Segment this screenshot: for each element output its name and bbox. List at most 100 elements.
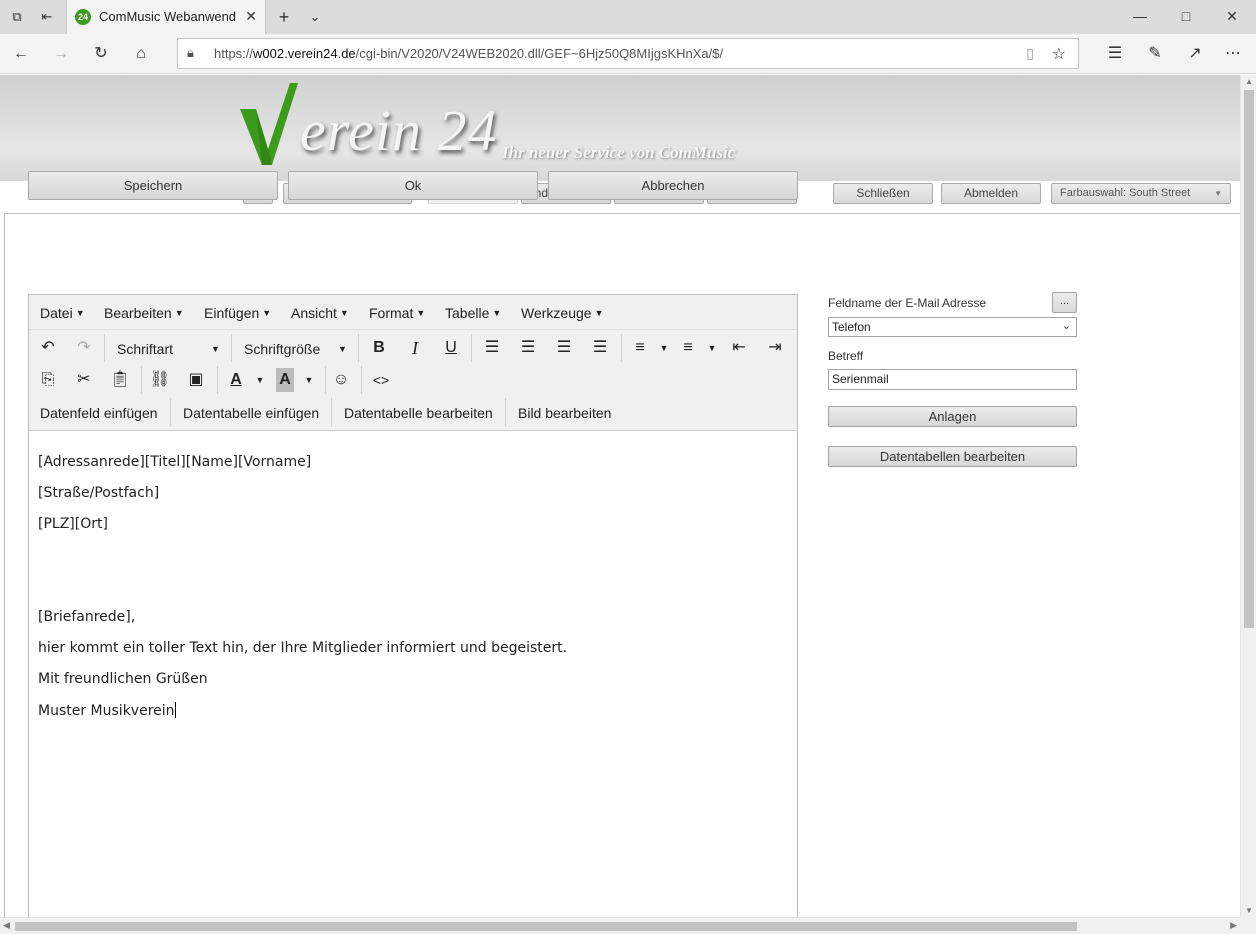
align-left-icon[interactable]: ☰ <box>479 336 505 360</box>
editor-menu-tabelle[interactable]: Tabelle ▼ <box>445 305 501 321</box>
scroll-up-icon[interactable]: ▲ <box>1241 77 1256 86</box>
align-center-icon[interactable]: ☰ <box>515 336 541 360</box>
datenfeld-einfuegen-button[interactable]: Datenfeld einfügen <box>40 405 158 421</box>
editor-line: hier kommt ein toller Text hin, der Ihre… <box>38 640 568 656</box>
favicon-icon: 24 <box>75 9 91 25</box>
favorite-star-icon[interactable]: ☆ <box>1052 44 1066 64</box>
email-field-value: Telefon <box>832 320 871 334</box>
copy-icon[interactable]: ⎘ <box>35 368 61 392</box>
email-field-label: Feldname der E-Mail Adresse <box>828 296 987 310</box>
background-color-chevron-down-icon[interactable]: ▼ <box>296 368 322 392</box>
emoticon-icon[interactable]: ☺ <box>328 368 354 392</box>
image-icon[interactable]: ▣ <box>183 368 209 392</box>
scroll-down-icon[interactable]: ▼ <box>1241 906 1256 915</box>
subject-input[interactable]: Serienmail <box>828 369 1077 390</box>
editor-menu-bearbeiten[interactable]: Bearbeiten ▼ <box>104 305 184 321</box>
editor-line-last: Muster Musikverein <box>38 702 176 719</box>
align-right-icon[interactable]: ☰ <box>551 336 577 360</box>
font-family-select[interactable]: Schriftart ▼ <box>117 341 227 357</box>
home-icon[interactable]: ⌂ <box>130 43 152 65</box>
link-icon[interactable]: ⛓ <box>147 368 173 392</box>
refresh-icon[interactable]: ↻ <box>90 43 112 65</box>
email-field-picker-button[interactable]: ... <box>1052 292 1077 313</box>
tab-close-icon[interactable]: ✕ <box>245 8 257 25</box>
minimize-icon[interactable]: — <box>1130 6 1150 26</box>
editor-line: [PLZ][Ort] <box>38 516 108 532</box>
url-text: https://w002.verein24.de/cgi-bin/V2020/V… <box>214 46 724 61</box>
text-color-chevron-down-icon[interactable]: ▼ <box>247 368 273 392</box>
vertical-scrollbar[interactable]: ▲ ▼ <box>1240 75 1256 917</box>
datentabellen-bearbeiten-button[interactable]: Datentabellen bearbeiten <box>828 446 1077 467</box>
editor-menu-ansicht[interactable]: Ansicht ▼ <box>291 305 349 321</box>
browser-tab-active[interactable]: 24 ComMusic Webanwend ✕ <box>66 0 266 34</box>
new-tab-icon[interactable]: + <box>275 8 293 26</box>
undo-icon[interactable]: ↶ <box>35 336 61 360</box>
datentabelle-bearbeiten-button[interactable]: Datentabelle bearbeiten <box>344 405 493 421</box>
tab-actions-icon[interactable]: ⧉ <box>8 8 26 26</box>
underline-icon[interactable]: U <box>438 336 464 360</box>
scroll-right-icon[interactable]: ▶ <box>1230 920 1237 931</box>
bullet-list-chevron-down-icon[interactable]: ▼ <box>651 336 677 360</box>
datentabelle-einfuegen-button[interactable]: Datentabelle einfügen <box>183 405 319 421</box>
bild-bearbeiten-button[interactable]: Bild bearbeiten <box>518 405 611 421</box>
bold-icon[interactable]: B <box>366 336 392 360</box>
farbauswahl-select[interactable]: Farbauswahl: South Street ▼ <box>1051 183 1231 204</box>
schliessen-button[interactable]: Schließen <box>833 183 933 204</box>
italic-icon[interactable]: I <box>402 336 428 360</box>
horizontal-scrollbar[interactable]: ◀ ▶ <box>0 917 1240 934</box>
bullet-list-icon[interactable]: ≡ <box>627 336 653 360</box>
set-aside-tabs-icon[interactable]: ⇤ <box>38 8 56 26</box>
address-bar[interactable]: 🔒︎ https://w002.verein24.de/cgi-bin/V202… <box>177 38 1079 69</box>
source-code-icon[interactable]: <> <box>368 368 394 392</box>
cut-icon[interactable]: ✂ <box>71 368 97 392</box>
background-color-icon[interactable]: A <box>276 368 294 392</box>
window-close-icon[interactable]: ✕ <box>1222 6 1242 26</box>
logo-text: erein 24 <box>300 98 498 163</box>
favorites-list-icon[interactable]: ☰ <box>1104 43 1126 65</box>
horizontal-scroll-thumb[interactable] <box>15 922 1077 931</box>
editor-menu-format[interactable]: Format ▼ <box>369 305 425 321</box>
editor-menubar: Datei ▼ Bearbeiten ▼ Einfügen ▼ Ansicht ▼ Fo… <box>29 295 797 330</box>
ok-button[interactable]: Ok <box>288 171 538 200</box>
maximize-icon[interactable]: □ <box>1176 6 1196 26</box>
paste-icon[interactable]: 📋︎ <box>107 368 133 392</box>
editor-menu-einfuegen[interactable]: Einfügen ▼ <box>204 305 271 321</box>
align-justify-icon[interactable]: ☰ <box>587 336 613 360</box>
outdent-icon[interactable]: ⇤ <box>726 336 752 360</box>
email-field-select[interactable]: Telefon ⌄ <box>828 317 1077 337</box>
share-icon[interactable]: ↗ <box>1184 43 1206 65</box>
scroll-corner <box>1240 917 1256 934</box>
chevron-down-icon: ⌄ <box>1061 320 1071 332</box>
editor-menu-datei[interactable]: Datei ▼ <box>40 305 85 321</box>
redo-icon[interactable]: ↷ <box>71 336 97 360</box>
anlagen-button[interactable]: Anlagen <box>828 406 1077 427</box>
pen-icon[interactable]: ✎ <box>1144 43 1166 65</box>
abmelden-button[interactable]: Abmelden <box>941 183 1041 204</box>
editor-menu-werkzeuge[interactable]: Werkzeuge ▼ <box>521 305 603 321</box>
back-icon[interactable]: ← <box>10 43 32 65</box>
scroll-left-icon[interactable]: ◀ <box>3 920 10 931</box>
logo-v-icon <box>240 83 298 165</box>
speichern-button[interactable]: Speichern <box>28 171 278 200</box>
abbrechen-button[interactable]: Abbrechen <box>548 171 798 200</box>
tab-list-chevron-down-icon[interactable]: ⌄ <box>306 8 324 26</box>
chevron-down-icon: ▼ <box>1214 189 1222 198</box>
lock-icon: 🔒︎ <box>187 45 194 60</box>
text-color-icon[interactable]: A <box>223 368 249 392</box>
site-header: erein 24 Ihr neuer Service von ComMusic <box>0 75 1240 181</box>
tagline: Ihr neuer Service von ComMusic <box>502 143 736 162</box>
numbered-list-icon[interactable]: ≡ <box>675 336 701 360</box>
forward-icon[interactable]: → <box>50 43 72 65</box>
editor-content[interactable]: [Adressanrede][Titel][Name][Vorname] [St… <box>29 432 797 918</box>
editor-line: Mit freundlichen Grüßen <box>38 671 208 687</box>
font-size-select[interactable]: Schriftgröße ▼ <box>244 341 354 357</box>
vertical-scroll-thumb[interactable] <box>1244 90 1254 628</box>
reading-view-icon[interactable]: ▯ <box>1026 45 1034 62</box>
browser-tabbar: ⧉ ⇤ 24 ComMusic Webanwend ✕ + ⌄ — □ ✕ <box>0 0 1256 34</box>
farbauswahl-value: Farbauswahl: South Street <box>1060 187 1191 199</box>
more-icon[interactable]: ⋯ <box>1222 43 1244 65</box>
editor-toolbar: ↶ ↷ Schriftart ▼ Schriftgröße ▼ B I U ☰ ☰ … <box>29 330 797 431</box>
numbered-list-chevron-down-icon[interactable]: ▼ <box>699 336 725 360</box>
editor-line: [Straße/Postfach] <box>38 485 160 501</box>
indent-icon[interactable]: ⇥ <box>762 336 788 360</box>
